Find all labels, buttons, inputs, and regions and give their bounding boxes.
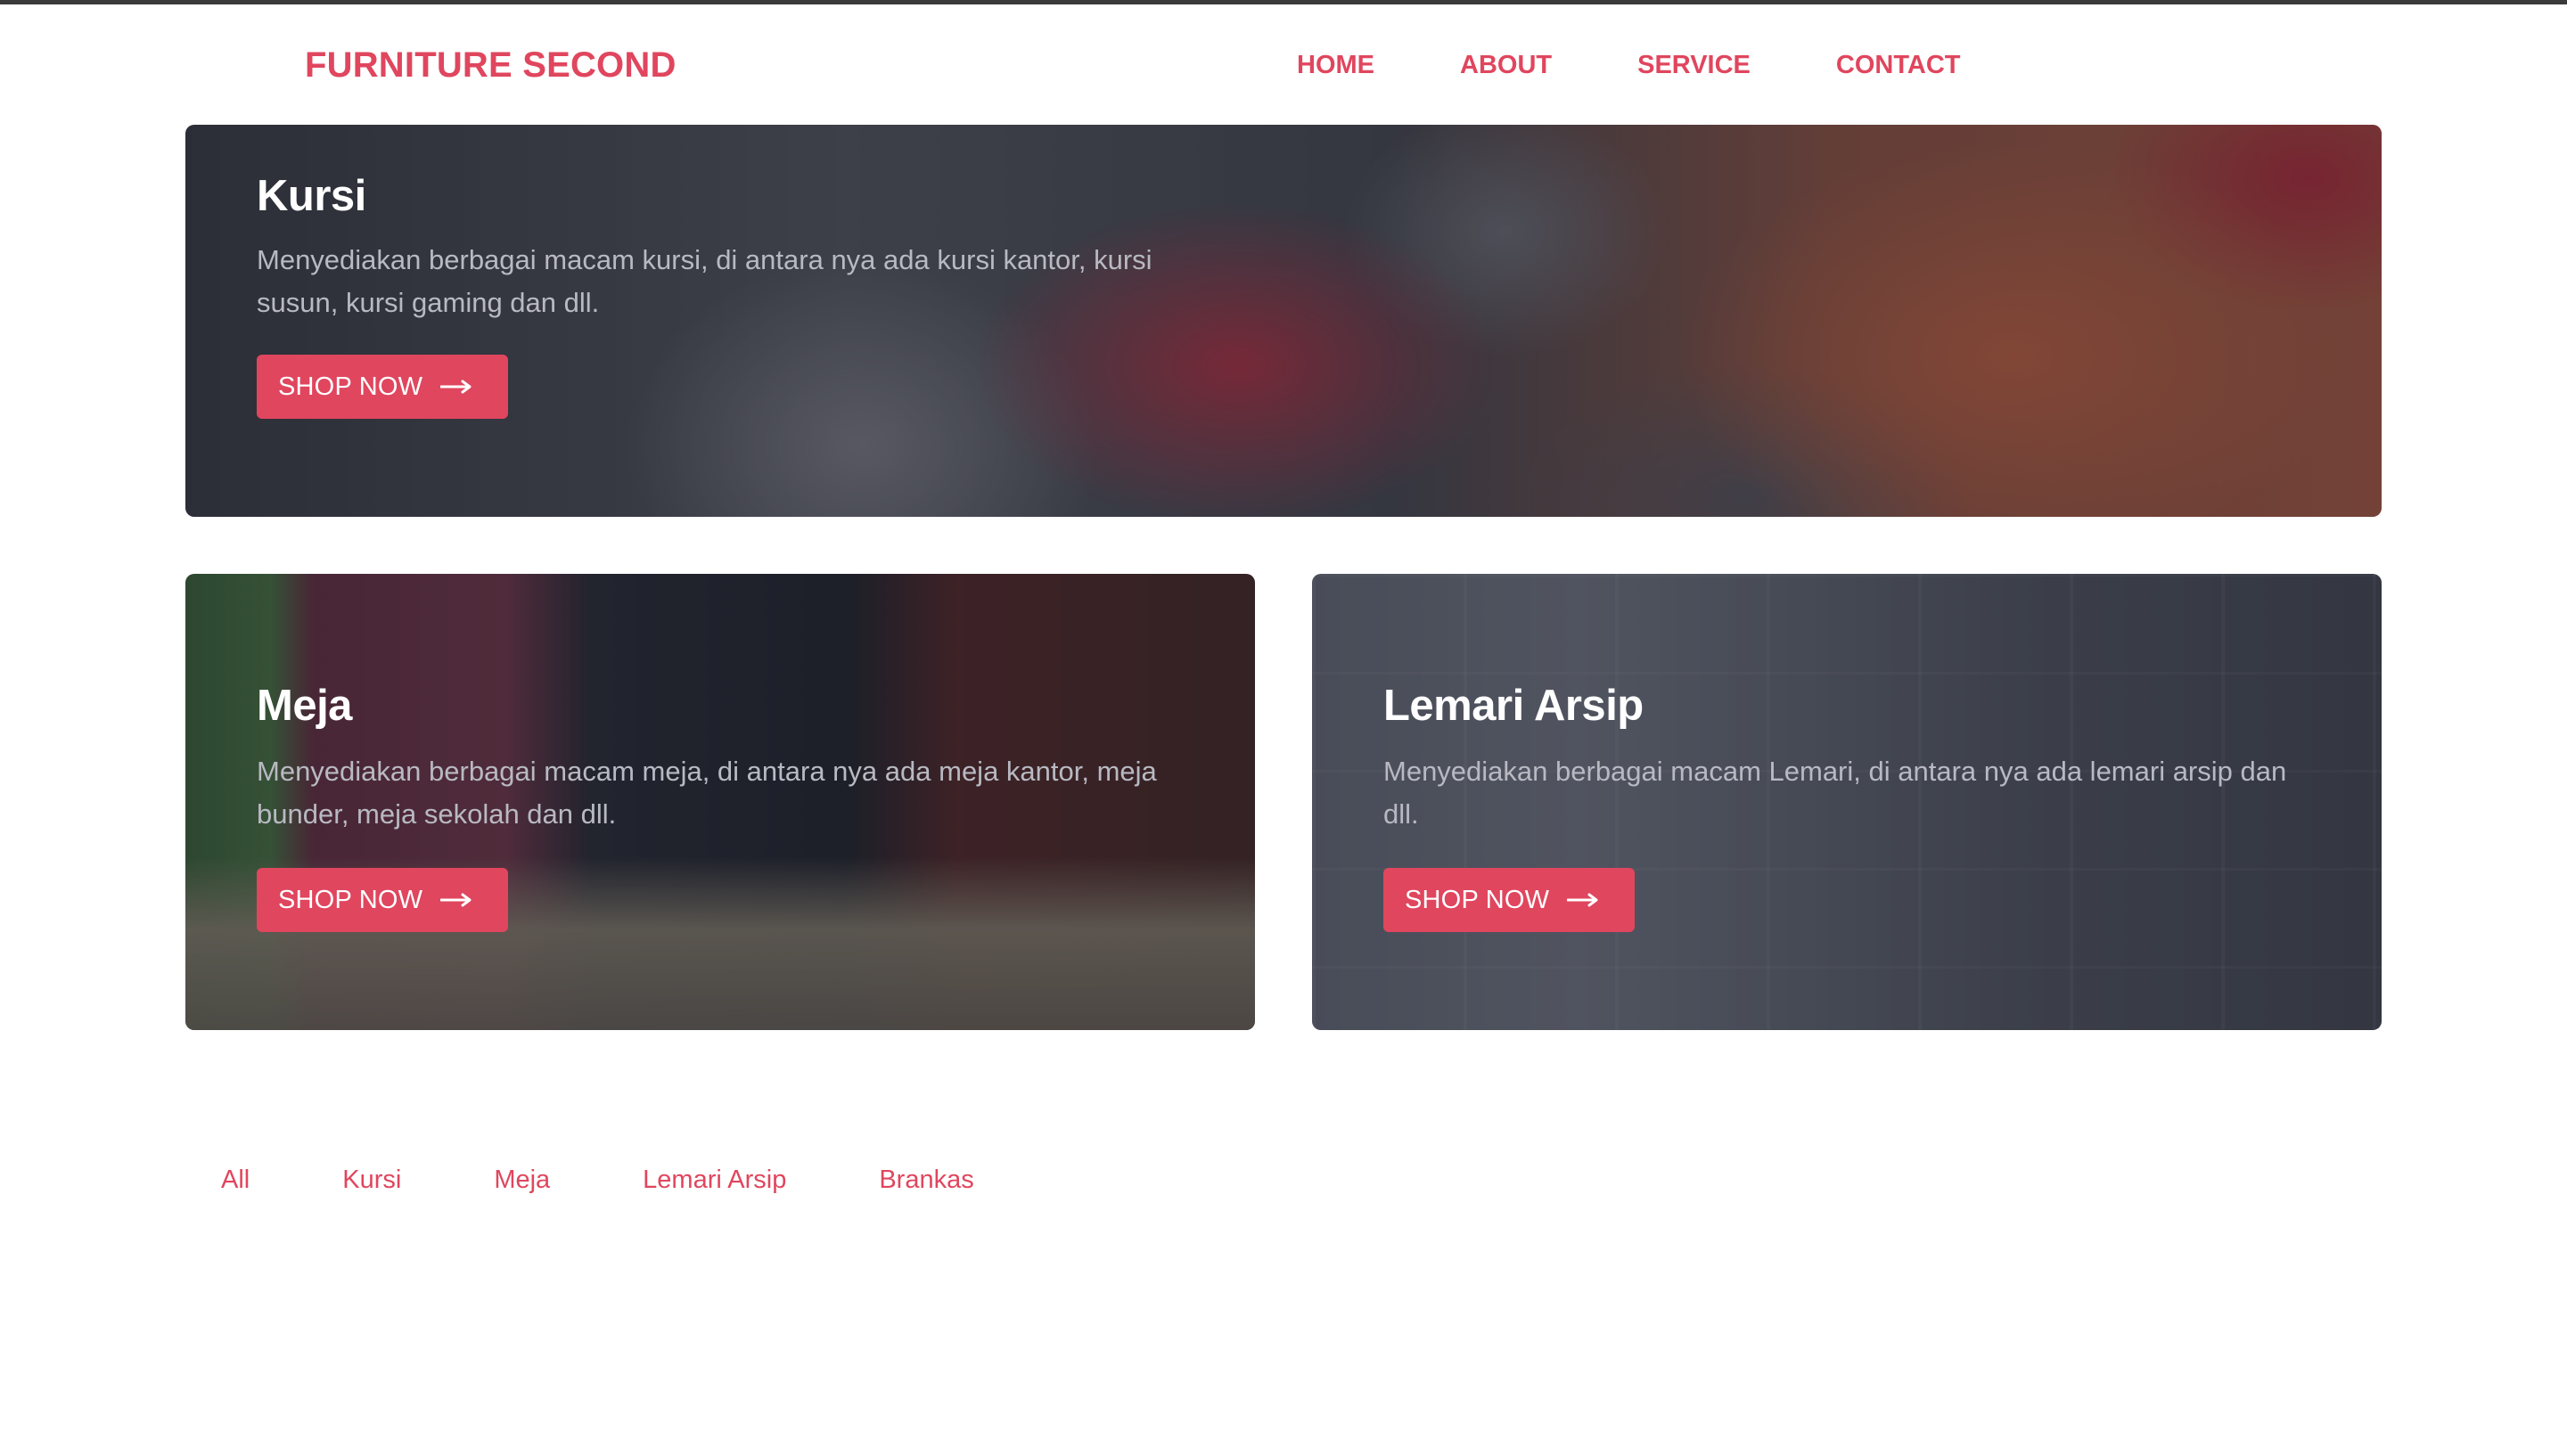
card-content: Kursi Menyediakan berbagai macam kursi, … [257, 171, 1184, 419]
card-description: Menyediakan berbagai macam kursi, di ant… [257, 244, 1152, 318]
nav-contact[interactable]: CONTACT [1836, 51, 1961, 80]
category-card-meja: Meja Menyediakan berbagai macam meja, di… [185, 574, 1255, 1030]
shop-now-button-meja[interactable]: SHOP NOW [257, 868, 509, 932]
filter-kursi[interactable]: Kursi [342, 1166, 401, 1195]
card-content: Meja Menyediakan berbagai macam meja, di… [257, 681, 1166, 932]
card-description: Menyediakan berbagai macam meja, di anta… [257, 756, 1157, 830]
filter-brankas[interactable]: Brankas [879, 1166, 973, 1195]
card-title: Meja [257, 682, 352, 730]
card-content: Lemari Arsip Menyediakan berbagai macam … [1383, 681, 2292, 932]
card-title: Kursi [257, 172, 366, 220]
category-filter-tabs: All Kursi Meja Lemari Arsip Brankas [221, 1166, 974, 1195]
shop-now-button-kursi[interactable]: SHOP NOW [257, 355, 509, 419]
nav-service[interactable]: SERVICE [1637, 51, 1751, 80]
filter-meja[interactable]: Meja [494, 1166, 550, 1195]
filter-all[interactable]: All [221, 1166, 250, 1195]
arrow-right-icon [1567, 893, 1598, 907]
shop-now-label: SHOP NOW [1405, 885, 1550, 914]
shop-now-label: SHOP NOW [278, 372, 423, 401]
nav-about[interactable]: ABOUT [1460, 51, 1552, 80]
card-title: Lemari Arsip [1383, 682, 1644, 730]
main-nav: HOME ABOUT SERVICE CONTACT [1297, 51, 1961, 80]
shop-now-button-lemari-arsip[interactable]: SHOP NOW [1383, 868, 1636, 932]
nav-home[interactable]: HOME [1297, 51, 1374, 80]
filter-lemari-arsip[interactable]: Lemari Arsip [643, 1166, 786, 1195]
category-card-kursi: Kursi Menyediakan berbagai macam kursi, … [185, 125, 2382, 517]
card-description: Menyediakan berbagai macam Lemari, di an… [1383, 756, 2287, 830]
arrow-right-icon [440, 893, 472, 907]
category-card-lemari-arsip: Lemari Arsip Menyediakan berbagai macam … [1312, 574, 2382, 1030]
brand-logo[interactable]: FURNITURE SECOND [305, 45, 677, 86]
arrow-right-icon [440, 380, 472, 394]
shop-now-label: SHOP NOW [278, 885, 423, 914]
site-header: FURNITURE SECOND HOME ABOUT SERVICE CONT… [0, 4, 2567, 124]
